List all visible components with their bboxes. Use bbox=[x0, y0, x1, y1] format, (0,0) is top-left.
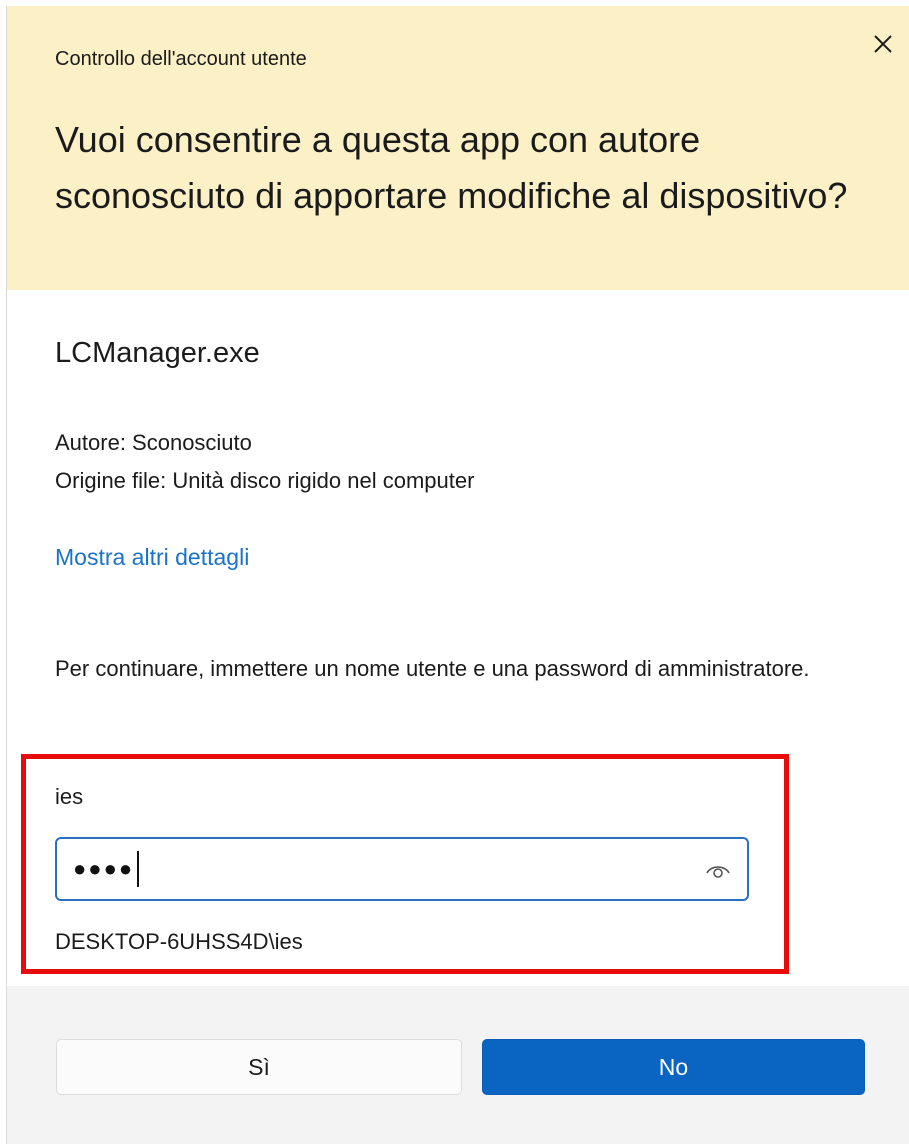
eye-icon[interactable] bbox=[705, 857, 731, 883]
credentials-instructions: Per continuare, immettere un nome utente… bbox=[55, 656, 810, 681]
password-mask: ●●●● bbox=[73, 856, 135, 881]
dialog-footer: Sì No bbox=[7, 986, 909, 1144]
file-origin-text: Origine file: Unità disco rigido nel com… bbox=[55, 468, 475, 493]
text-caret bbox=[137, 851, 140, 887]
app-name: LCManager.exe bbox=[55, 337, 260, 369]
yes-button[interactable]: Sì bbox=[56, 1039, 462, 1095]
dialog-caption: Controllo dell'account utente bbox=[55, 48, 307, 70]
username-label: ies bbox=[55, 784, 84, 809]
app-meta: Autore: Sconosciuto Origine file: Unità … bbox=[55, 424, 474, 500]
dialog-question: Vuoi consentire a questa app con autore … bbox=[55, 119, 848, 216]
account-domain: DESKTOP-6UHSS4D\ies bbox=[55, 929, 303, 954]
publisher-text: Autore: Sconosciuto bbox=[55, 430, 252, 455]
no-button[interactable]: No bbox=[482, 1039, 865, 1095]
show-more-details-link[interactable]: Mostra altri dettagli bbox=[55, 544, 249, 571]
password-field[interactable]: ●●●● bbox=[55, 837, 749, 901]
close-icon bbox=[874, 35, 892, 53]
close-button[interactable] bbox=[867, 28, 899, 60]
dialog-header: Controllo dell'account utente Vuoi conse… bbox=[7, 6, 909, 290]
uac-dialog: Controllo dell'account utente Vuoi conse… bbox=[6, 6, 909, 1144]
